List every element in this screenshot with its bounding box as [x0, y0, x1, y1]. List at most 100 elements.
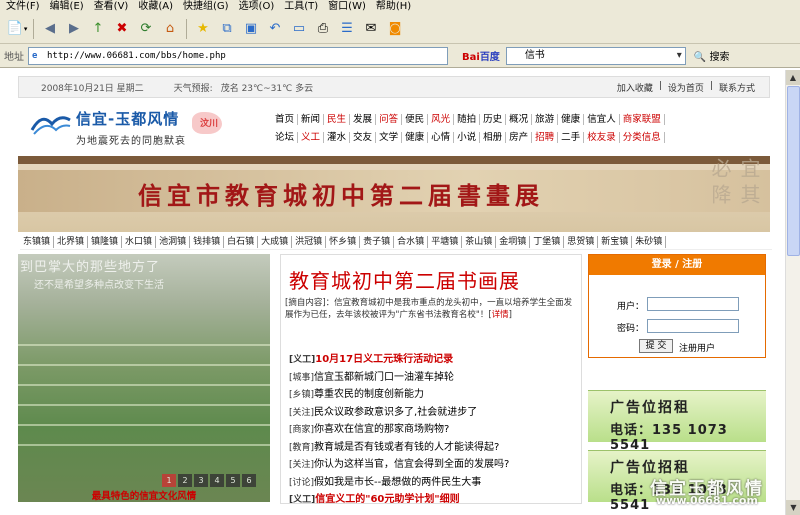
town-link[interactable]: 怀乡镇 [326, 236, 361, 248]
town-link[interactable]: 丁堡镇 [530, 236, 565, 248]
menu-view[interactable]: 查看(V) [92, 0, 137, 14]
town-link[interactable]: 茶山镇 [462, 236, 497, 248]
news-title[interactable]: 教育城是否有钱或者有钱的人才能读得起? [314, 442, 499, 453]
news-item[interactable]: [讨论]假如我是市长--最想做的两件民生大事 [289, 474, 579, 492]
nav-link[interactable]: 招聘 [532, 131, 559, 143]
add-favorite-link[interactable]: 加入收藏 [617, 81, 653, 94]
town-link[interactable]: 贵子镇 [360, 236, 395, 248]
nav-link[interactable]: 风光 [428, 113, 455, 125]
refresh-icon[interactable]: ⟳ [135, 18, 157, 40]
news-title[interactable]: 假如我是市长--最想做的两件民生大事 [314, 477, 481, 488]
news-title[interactable]: 民众议政参政意识多了,社会就进步了 [314, 407, 477, 418]
nav-link[interactable]: 校友录 [584, 131, 620, 143]
news-item[interactable]: [义工]10月17日义工元珠行活动记录 [289, 351, 579, 369]
town-link[interactable]: 合水镇 [394, 236, 429, 248]
username-input[interactable] [647, 297, 739, 311]
town-link[interactable]: 北界镇 [54, 236, 89, 248]
details-link[interactable]: 详情 [492, 310, 509, 320]
town-link[interactable]: 钱排镇 [190, 236, 225, 248]
mail-icon[interactable]: ✉ [360, 18, 382, 40]
menu-window[interactable]: 窗口(W) [326, 0, 374, 14]
nav-link[interactable]: 交友 [350, 131, 377, 143]
contact-link[interactable]: 联系方式 [719, 81, 755, 94]
town-link[interactable]: 思贺镇 [564, 236, 599, 248]
nav-link[interactable]: 文学 [376, 131, 403, 143]
slide-page-button[interactable]: 2 [178, 474, 192, 487]
password-input[interactable] [647, 319, 739, 333]
article-title[interactable]: 教育城初中第二届书画展 [289, 265, 520, 294]
nav-link[interactable]: 相册 [480, 131, 507, 143]
menu-options[interactable]: 选项(O) [237, 0, 283, 14]
menu-tools[interactable]: 工具(T) [282, 0, 326, 14]
town-link[interactable]: 洪冠镇 [292, 236, 327, 248]
nav-link[interactable]: 灌水 [324, 131, 351, 143]
news-title[interactable]: 你认为这样当官，信宜会得到全面的发展吗? [314, 459, 509, 470]
nav-link[interactable]: 二手 [558, 131, 585, 143]
nav-link[interactable]: 小说 [454, 131, 481, 143]
nav-link[interactable]: 随拍 [454, 113, 481, 125]
news-item[interactable]: [教育]教育城是否有钱或者有钱的人才能读得起? [289, 439, 579, 457]
slide-page-button[interactable]: 3 [194, 474, 208, 487]
news-title[interactable]: 尊重农民的制度创新能力 [314, 389, 424, 400]
nav-link[interactable]: 首页 [272, 113, 299, 125]
town-link[interactable]: 水口镇 [122, 236, 157, 248]
slideshow-photo[interactable]: 到巴掌大的那些地方了 还不是希望多种点改变下生活 [18, 254, 270, 502]
print-icon[interactable]: ⎙ [312, 18, 334, 40]
news-item[interactable]: [城事]信宜玉都新城门口一油灌车掉轮 [289, 369, 579, 387]
nav-link[interactable]: 概况 [506, 113, 533, 125]
undo-icon[interactable]: ↶ [264, 18, 286, 40]
news-item[interactable]: [乡镇]尊重农民的制度创新能力 [289, 386, 579, 404]
ad-banner[interactable]: 广告位招租 电话：135 1073 5541 [588, 390, 766, 453]
town-link[interactable]: 东镇镇 [20, 236, 55, 248]
news-item[interactable]: [商家]你喜欢在信宜的那家商场购物? [289, 421, 579, 439]
scroll-up-icon[interactable]: ▲ [786, 70, 800, 85]
news-title[interactable]: 信宜玉都新城门口一油灌车掉轮 [314, 372, 454, 383]
menu-favorites[interactable]: 收藏(A) [136, 0, 181, 14]
nav-link[interactable]: 健康 [402, 131, 429, 143]
menu-help[interactable]: 帮助(H) [374, 0, 419, 14]
photo-caption[interactable]: 最具特色的信宜文化风情 [18, 488, 270, 502]
new-page-icon[interactable]: 📄 ▾ [6, 18, 28, 40]
news-title[interactable]: 10月17日义工元珠行活动记录 [315, 354, 453, 365]
window-list-icon[interactable]: ▭ [288, 18, 310, 40]
search-button[interactable]: 🔍 搜索 [694, 48, 730, 63]
town-link[interactable]: 池洞镇 [156, 236, 191, 248]
rss-icon[interactable]: ◙ [384, 18, 406, 40]
town-link[interactable]: 大成镇 [258, 236, 293, 248]
forward-icon[interactable]: ▶ [63, 18, 85, 40]
login-header[interactable]: 登录 / 注册 [589, 255, 765, 275]
news-item[interactable]: [义工]信宜义工的"60元助学计划"细则 [289, 491, 579, 509]
scroll-down-icon[interactable]: ▼ [786, 500, 800, 515]
nav-link[interactable]: 论坛 [272, 131, 299, 143]
back-icon[interactable]: ◀ [39, 18, 61, 40]
group-icon[interactable]: ⧉ [216, 18, 238, 40]
slide-page-button[interactable]: 5 [226, 474, 240, 487]
menu-file[interactable]: 文件(F) [4, 0, 48, 14]
slide-page-button[interactable]: 4 [210, 474, 224, 487]
nav-link[interactable]: 民生 [324, 113, 351, 125]
town-link[interactable]: 朱砂镇 [632, 236, 667, 248]
news-title[interactable]: 你喜欢在信宜的那家商场购物? [314, 424, 449, 435]
nav-link[interactable]: 分类信息 [620, 131, 665, 143]
set-homepage-link[interactable]: 设为首页 [668, 81, 704, 94]
panel-icon[interactable]: ☰ [336, 18, 358, 40]
stop-icon[interactable]: ✖ [111, 18, 133, 40]
town-link[interactable]: 金垌镇 [496, 236, 531, 248]
nav-link[interactable]: 旅游 [532, 113, 559, 125]
news-item[interactable]: [关注]民众议政参政意识多了,社会就进步了 [289, 404, 579, 422]
submit-button[interactable]: 提 交 [639, 339, 673, 353]
nav-link[interactable]: 便民 [402, 113, 429, 125]
home-icon[interactable]: ⌂ [159, 18, 181, 40]
slide-page-button[interactable]: 6 [242, 474, 256, 487]
site-logo[interactable]: 信宜-玉都风情 为地震死去的同胞默哀 汶川 [30, 104, 250, 154]
nav-link[interactable]: 问答 [376, 113, 403, 125]
vertical-scrollbar[interactable]: ▲ ▼ [785, 70, 800, 515]
nav-link[interactable]: 历史 [480, 113, 507, 125]
register-link[interactable]: 注册用户 [679, 341, 715, 354]
nav-link[interactable]: 义工 [298, 131, 325, 143]
nav-link[interactable]: 房产 [506, 131, 533, 143]
nav-link[interactable]: 发展 [350, 113, 377, 125]
town-link[interactable]: 新宝镇 [598, 236, 633, 248]
nav-link[interactable]: 商家联盟 [620, 113, 665, 125]
up-icon[interactable]: ↑ [87, 18, 109, 40]
